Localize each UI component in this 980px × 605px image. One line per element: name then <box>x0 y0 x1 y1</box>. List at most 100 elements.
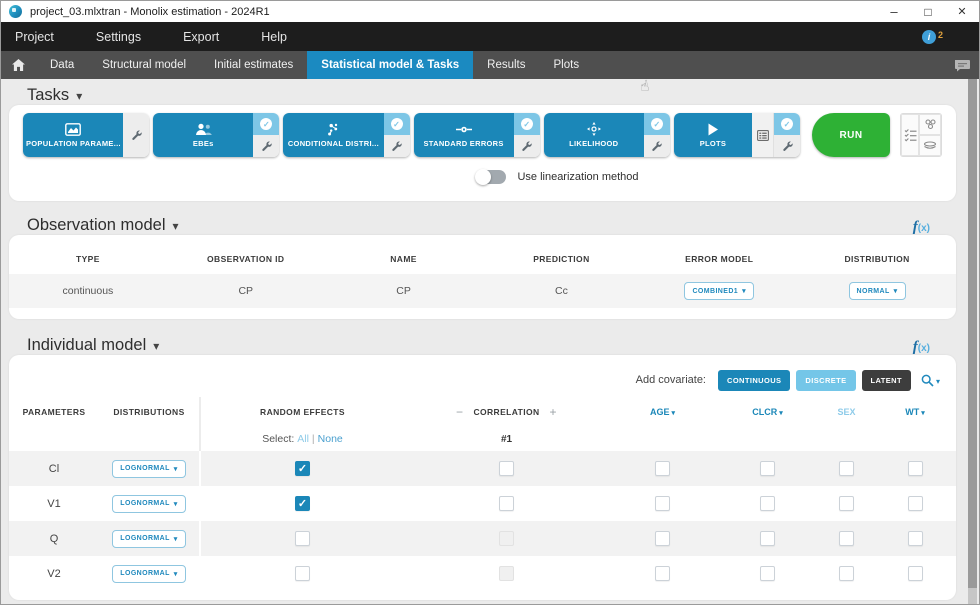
scenario-button[interactable] <box>919 135 941 156</box>
covariate-clcr-checkbox[interactable] <box>760 531 775 546</box>
task-population-parameters[interactable]: POPULATION PARAME... <box>23 113 149 157</box>
covariate-sex-checkbox[interactable] <box>839 461 854 476</box>
col-correlation: − CORRELATION + <box>404 405 609 419</box>
vertical-scrollbar[interactable] <box>968 79 977 604</box>
col-covariate-wt[interactable]: WT <box>874 407 956 417</box>
distribution-dropdown[interactable]: LOGNORMAL <box>112 460 185 478</box>
covariate-wt-checkbox[interactable] <box>908 566 923 581</box>
tasks-section-title[interactable]: Tasks <box>27 86 82 105</box>
distribution-dropdown[interactable]: LOGNORMAL <box>112 495 185 513</box>
task-completed-badge <box>514 113 540 135</box>
menu-project[interactable]: Project <box>15 30 54 44</box>
add-discrete-covariate-button[interactable]: DISCRETE <box>796 370 855 391</box>
error-model-dropdown[interactable]: COMBINED1 <box>684 282 754 300</box>
formula-fx-icon[interactable] <box>913 339 930 355</box>
checklist-icon <box>904 128 917 142</box>
covariate-age-checkbox[interactable] <box>655 461 670 476</box>
notifications-button[interactable]: 2 <box>922 30 943 44</box>
tab-plots[interactable]: Plots <box>540 51 594 79</box>
task-ebes[interactable]: EBEs <box>153 113 279 157</box>
task-completed-badge <box>253 113 279 135</box>
tab-home[interactable] <box>1 51 36 79</box>
line-chart-icon <box>65 123 81 136</box>
notification-count: 2 <box>938 30 943 40</box>
distribution-dropdown[interactable]: LOGNORMAL <box>112 565 185 583</box>
task-completed-badge <box>384 113 410 135</box>
title-bar: project_03.mlxtran - Monolix estimation … <box>1 1 979 22</box>
task-settings-wrench-button[interactable] <box>774 135 800 157</box>
col-covariate-clcr[interactable]: CLCR <box>716 407 819 417</box>
col-type: TYPE <box>9 254 167 264</box>
menu-help[interactable]: Help <box>261 30 287 44</box>
formula-fx-icon[interactable] <box>913 219 930 235</box>
correlation-checkbox[interactable] <box>499 531 514 546</box>
covariate-wt-checkbox[interactable] <box>908 496 923 511</box>
random-effect-checkbox[interactable] <box>295 566 310 581</box>
tab-initial-estimates[interactable]: Initial estimates <box>200 51 307 79</box>
observation-model-title[interactable]: Observation model <box>27 216 179 235</box>
workflow-button[interactable] <box>919 114 941 135</box>
linearization-toggle[interactable] <box>476 170 506 184</box>
covariate-age-checkbox[interactable] <box>655 496 670 511</box>
random-effect-checkbox[interactable] <box>295 531 310 546</box>
task-settings-wrench-button[interactable] <box>644 135 670 157</box>
covariate-clcr-checkbox[interactable] <box>760 566 775 581</box>
task-settings-wrench-button[interactable] <box>253 135 279 157</box>
task-likelihood[interactable]: LIKELIHOOD <box>544 113 670 157</box>
distribution-dropdown[interactable]: LOGNORMAL <box>112 530 185 548</box>
col-covariate-sex[interactable]: SEX <box>819 407 874 417</box>
table-row-v1: V1 LOGNORMAL <box>9 486 956 521</box>
linearization-toggle-label: Use linearization method <box>517 171 638 183</box>
task-conditional-distribution[interactable]: CONDITIONAL DISTRI... <box>283 113 409 157</box>
maximize-button[interactable] <box>911 1 945 22</box>
covariate-wt-checkbox[interactable] <box>908 531 923 546</box>
table-row-q: Q LOGNORMAL <box>9 521 956 556</box>
task-completed-badge <box>774 113 800 135</box>
add-continuous-covariate-button[interactable]: CONTINUOUS <box>718 370 790 391</box>
task-plots[interactable]: PLOTS <box>674 113 800 157</box>
select-none-link[interactable]: None <box>318 433 343 445</box>
correlation-checkbox[interactable] <box>499 566 514 581</box>
covariate-sex-checkbox[interactable] <box>839 566 854 581</box>
tab-data[interactable]: Data <box>36 51 88 79</box>
check-icon <box>521 118 533 130</box>
obs-name: CP <box>396 285 411 297</box>
task-checklist-button[interactable] <box>901 114 919 156</box>
individual-model-title[interactable]: Individual model <box>27 336 159 355</box>
run-button[interactable]: RUN <box>812 113 890 157</box>
tab-structural-model[interactable]: Structural model <box>88 51 200 79</box>
plots-list-button[interactable] <box>752 113 774 157</box>
chat-icon[interactable] <box>954 59 970 72</box>
correlation-checkbox[interactable] <box>499 496 514 511</box>
menu-export[interactable]: Export <box>183 30 219 44</box>
scrollbar-thumb[interactable] <box>968 79 977 588</box>
close-button[interactable] <box>945 1 979 22</box>
task-settings-wrench-button[interactable] <box>514 135 540 157</box>
covariate-search-button[interactable] <box>921 371 940 389</box>
covariate-sex-checkbox[interactable] <box>839 531 854 546</box>
tab-statistical-model-tasks[interactable]: Statistical model & Tasks <box>307 51 473 79</box>
menu-settings[interactable]: Settings <box>96 30 141 44</box>
distribution-dropdown[interactable]: NORMAL <box>849 282 906 300</box>
col-covariate-age[interactable]: AGE <box>609 407 716 417</box>
covariate-clcr-checkbox[interactable] <box>760 461 775 476</box>
obs-prediction: Cc <box>555 285 568 297</box>
select-all-link[interactable]: All <box>297 433 309 445</box>
minimize-button[interactable] <box>877 1 911 22</box>
add-latent-covariate-button[interactable]: LATENT <box>862 370 911 391</box>
correlation-add-button[interactable]: + <box>550 405 557 419</box>
tab-results[interactable]: Results <box>473 51 539 79</box>
random-effect-checkbox[interactable] <box>295 461 310 476</box>
covariate-sex-checkbox[interactable] <box>839 496 854 511</box>
covariate-wt-checkbox[interactable] <box>908 461 923 476</box>
covariate-clcr-checkbox[interactable] <box>760 496 775 511</box>
task-standard-errors[interactable]: STANDARD ERRORS <box>414 113 540 157</box>
task-settings-wrench-button[interactable] <box>384 135 410 157</box>
correlation-remove-button[interactable]: − <box>456 405 463 419</box>
covariate-age-checkbox[interactable] <box>655 566 670 581</box>
correlation-checkbox[interactable] <box>499 461 514 476</box>
task-settings-wrench-button[interactable] <box>123 113 149 157</box>
chevron-down-icon <box>936 371 940 389</box>
random-effect-checkbox[interactable] <box>295 496 310 511</box>
covariate-age-checkbox[interactable] <box>655 531 670 546</box>
